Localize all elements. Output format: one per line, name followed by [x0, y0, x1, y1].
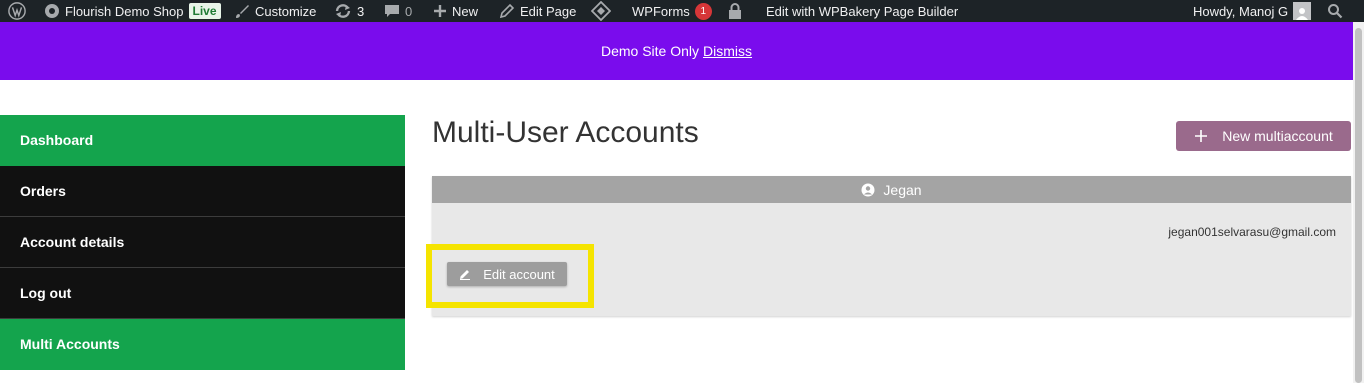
vertical-scrollbar[interactable]: [1353, 22, 1364, 383]
pencil-icon: [499, 3, 515, 19]
plus-icon: [434, 5, 446, 17]
wpforms-link[interactable]: WPForms 1: [591, 0, 712, 22]
account-navigation: Dashboard Orders Account details Log out…: [0, 115, 405, 370]
page-title: Multi-User Accounts: [432, 116, 699, 149]
pencil-icon: [460, 270, 471, 280]
search-icon[interactable]: [1327, 0, 1343, 22]
user-circle-icon: [861, 183, 875, 196]
edit-account-button[interactable]: Edit account: [447, 262, 567, 286]
paintbrush-icon: [236, 5, 249, 18]
nav-item-dashboard[interactable]: Dashboard: [0, 115, 405, 166]
updates-icon: [335, 4, 351, 18]
wpbakery-label: Edit with WPBakery Page Builder: [766, 3, 959, 19]
scrollbar-thumb[interactable]: [1355, 28, 1362, 383]
edit-page-label: Edit Page: [520, 3, 577, 19]
comment-icon: [385, 5, 399, 17]
nav-item-account-details[interactable]: Account details: [0, 217, 405, 268]
admin-bar: Flourish Demo Shop Live Customize 3 0 Ne…: [0, 0, 1364, 22]
avatar: [1293, 2, 1312, 20]
comments-link[interactable]: 0: [384, 0, 412, 22]
edit-page-link[interactable]: Edit Page: [499, 0, 576, 22]
live-badge: Live: [188, 3, 221, 19]
edit-account-label: Edit account: [483, 266, 555, 282]
wpbakery-link[interactable]: Edit with WPBakery Page Builder: [766, 0, 958, 22]
account-name: Jegan: [883, 181, 922, 198]
plus-icon: [1195, 130, 1208, 142]
account-menu[interactable]: Howdy, Manoj G: [1193, 0, 1312, 22]
wpforms-label: WPForms: [632, 3, 690, 19]
demo-notice-banner: Demo Site Only Dismiss: [0, 22, 1353, 80]
customize-link[interactable]: Customize: [234, 0, 316, 22]
new-multiaccount-label: New multiaccount: [1222, 128, 1333, 144]
nav-item-log-out[interactable]: Log out: [0, 268, 405, 319]
updates-link[interactable]: 3: [334, 0, 364, 22]
howdy-label: Howdy, Manoj G: [1193, 3, 1289, 19]
wordpress-logo-icon[interactable]: [8, 0, 26, 22]
site-name-menu[interactable]: Flourish Demo Shop Live: [44, 0, 221, 22]
account-card-header: Jegan: [432, 176, 1351, 203]
customize-label: Customize: [255, 3, 317, 19]
account-email: jegan001selvarasu@gmail.com: [1168, 225, 1336, 239]
new-label: New: [452, 3, 479, 19]
updates-count: 3: [357, 3, 365, 19]
nav-item-orders[interactable]: Orders: [0, 166, 405, 217]
nav-item-multi-accounts[interactable]: Multi Accounts: [0, 319, 405, 370]
wpforms-notification-badge: 1: [694, 2, 712, 20]
new-multiaccount-button[interactable]: New multiaccount: [1176, 121, 1351, 151]
dismiss-link[interactable]: Dismiss: [703, 43, 752, 59]
demo-notice-text: Demo Site Only: [600, 43, 700, 59]
new-content-link[interactable]: New: [433, 0, 478, 22]
lock-icon[interactable]: [728, 0, 742, 22]
home-icon: [45, 4, 59, 18]
site-name: Flourish Demo Shop: [65, 3, 184, 19]
comments-count: 0: [405, 3, 413, 19]
wpforms-icon: [591, 1, 611, 21]
